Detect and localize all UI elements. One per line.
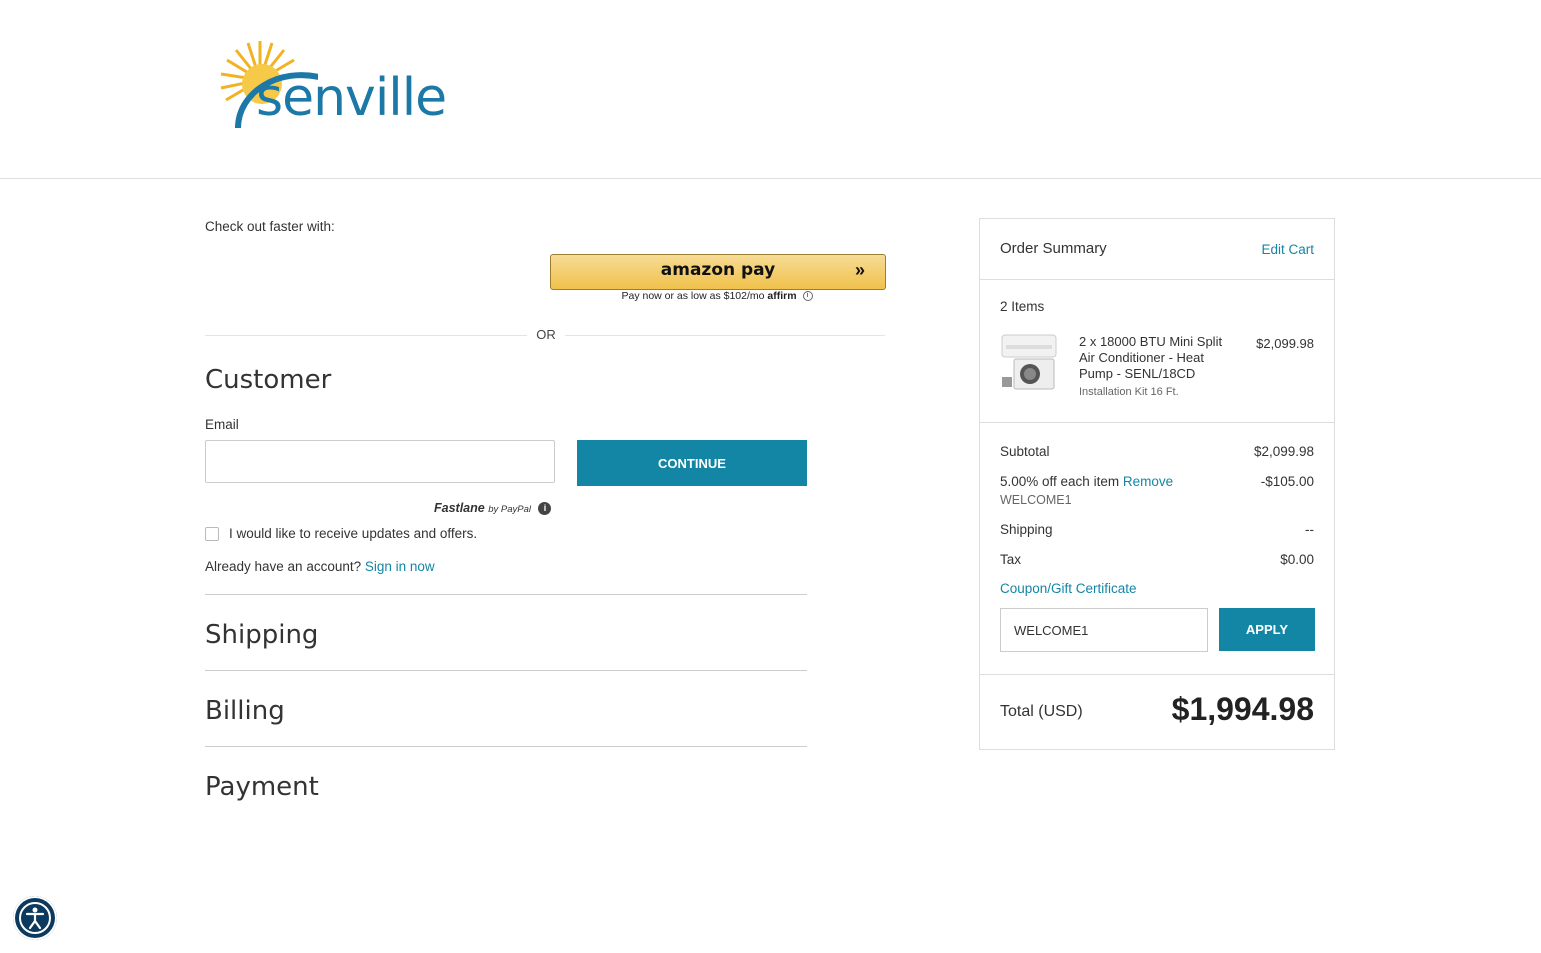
coupon-input[interactable] [1000, 608, 1208, 652]
double-chevron-right-icon: » [854, 260, 865, 280]
site-header: senville [0, 0, 1541, 179]
sign-in-link[interactable]: Sign in now [365, 559, 435, 574]
amazon-pay-button[interactable]: amazon pay » [550, 254, 886, 290]
amazon-pay-label: amazon pay [660, 260, 776, 280]
edit-cart-link[interactable]: Edit Cart [1261, 242, 1314, 257]
updates-checkbox[interactable] [205, 527, 219, 541]
updates-label[interactable]: I would like to receive updates and offe… [229, 526, 477, 541]
email-field[interactable] [205, 440, 555, 483]
or-separator: OR [536, 327, 556, 342]
logo-wordmark: senville [256, 68, 447, 128]
info-icon[interactable]: i [802, 291, 813, 302]
fastlane-by: by PayPal [488, 504, 531, 515]
item-count: 2 Items [1000, 299, 1045, 314]
total-value: $1,994.98 [1171, 691, 1314, 727]
express-checkout-heading: Check out faster with: [205, 219, 335, 234]
total-label: Total (USD) [1000, 703, 1083, 720]
shipping-label: Shipping [1000, 522, 1053, 537]
billing-step-title: Billing [205, 696, 285, 726]
subtotal-value: $2,099.98 [1253, 444, 1314, 459]
affirm-text: Pay now or as low as $102/mo [621, 290, 765, 302]
discount-value: -$105.00 [1260, 474, 1314, 489]
fastlane-badge: Fastlane by PayPal i [434, 501, 552, 516]
payment-step-title: Payment [205, 772, 319, 802]
divider [205, 335, 527, 336]
divider [565, 335, 885, 336]
discount-code: WELCOME1 [1000, 493, 1072, 507]
divider [205, 670, 807, 671]
customer-title: Customer [205, 365, 332, 395]
email-label: Email [205, 417, 239, 432]
continue-button[interactable]: CONTINUE [577, 440, 807, 486]
order-summary: Order Summary Edit Cart 2 Items 2 x 1800… [979, 218, 1335, 750]
divider [980, 674, 1334, 675]
sign-in-prompt: Already have an account? Sign in now [205, 559, 435, 574]
affirm-brand: affirm [767, 290, 797, 302]
divider [205, 594, 807, 595]
divider [980, 422, 1334, 423]
discount-label: 5.00% off each item [1000, 474, 1120, 489]
senville-logo[interactable]: senville [218, 38, 458, 133]
tax-label: Tax [1000, 552, 1022, 567]
coupon-toggle-link[interactable]: Coupon/Gift Certificate [1000, 581, 1314, 596]
divider [205, 746, 807, 747]
shipping-value: -- [1305, 522, 1314, 537]
info-icon[interactable]: i [538, 502, 552, 516]
product-name: 2 x 18000 BTU Mini Split Air Conditioner… [1079, 334, 1223, 381]
affirm-promo: Pay now or as low as $102/mo affirm i [550, 290, 884, 302]
tax-value: $0.00 [1280, 552, 1314, 567]
divider [980, 279, 1334, 280]
product-thumbnail[interactable] [1000, 331, 1060, 393]
apply-coupon-button[interactable]: APPLY [1219, 608, 1315, 651]
product-price: $2,099.98 [1256, 336, 1314, 351]
product-option: Installation Kit 16 Ft. [1079, 386, 1179, 398]
accessibility-button[interactable] [13, 896, 57, 940]
accessibility-icon [19, 902, 51, 934]
shipping-step-title: Shipping [205, 620, 319, 650]
account-prompt: Already have an account? [205, 559, 362, 574]
fastlane-label: Fastlane [434, 501, 485, 515]
remove-discount-link[interactable]: Remove [1123, 474, 1173, 489]
